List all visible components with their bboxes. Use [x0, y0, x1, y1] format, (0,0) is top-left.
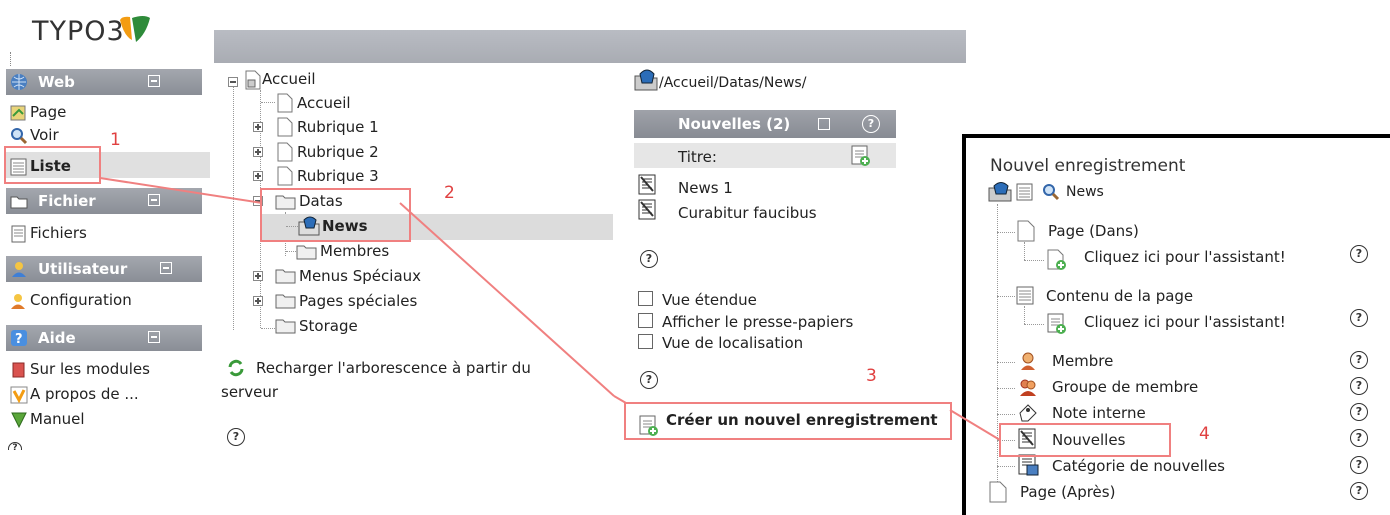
- annotation-box-1: [4, 146, 101, 184]
- annotation-box-2: [260, 188, 411, 242]
- annotation-number-2: 2: [444, 183, 455, 203]
- annotation-number-3: 3: [866, 366, 877, 386]
- annotation-number-1: 1: [110, 130, 121, 150]
- annotation-number-4: 4: [1199, 424, 1210, 444]
- annotation-box-3: [624, 402, 952, 440]
- annotation-box-4: [999, 423, 1171, 457]
